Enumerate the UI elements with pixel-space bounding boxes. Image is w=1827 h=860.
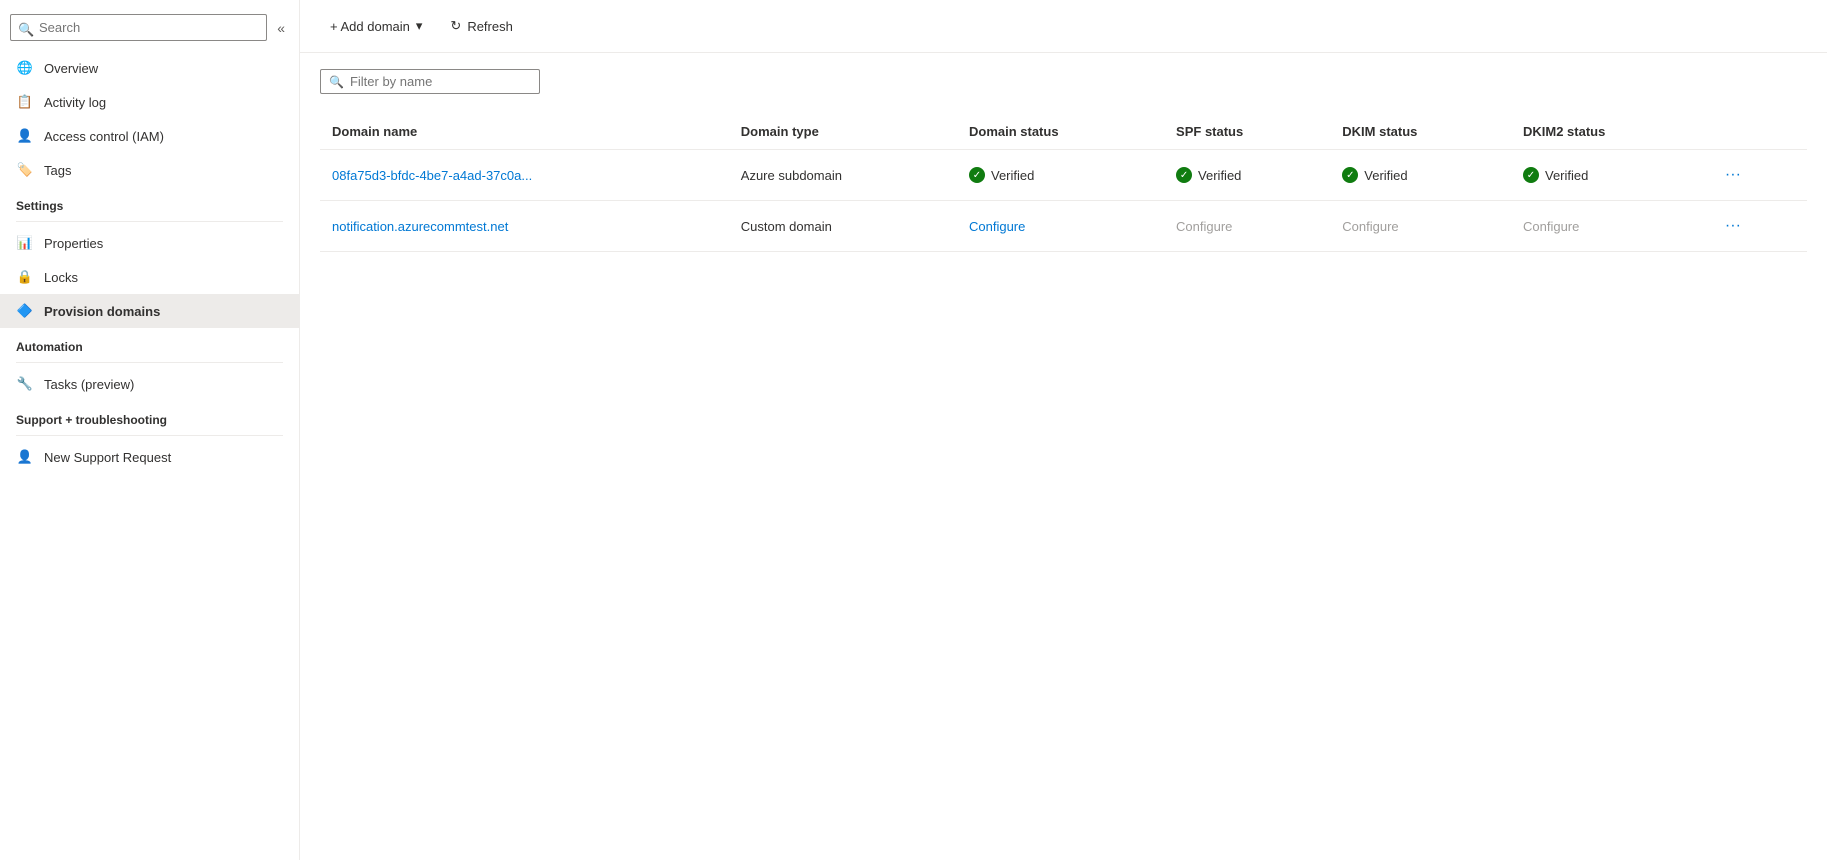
col-domain-status: Domain status: [957, 114, 1164, 150]
domain-type-cell-2: Custom domain: [729, 201, 957, 252]
sidebar-item-properties[interactable]: 📊 Properties: [0, 226, 299, 260]
dkim2-status-verified-1: ✓ Verified: [1523, 167, 1693, 183]
actions-cell-1: ···: [1705, 150, 1807, 201]
globe-icon: 🌐: [16, 59, 34, 77]
col-domain-type: Domain type: [729, 114, 957, 150]
row-actions-button-1[interactable]: ···: [1717, 162, 1749, 188]
sidebar-item-access-control[interactable]: 👤 Access control (IAM): [0, 119, 299, 153]
sidebar-item-new-support[interactable]: 👤 New Support Request: [0, 440, 299, 474]
domain-name-cell-2: notification.azurecommtest.net: [320, 201, 729, 252]
col-actions: [1705, 114, 1807, 150]
sidebar-label-activity-log: Activity log: [44, 95, 106, 110]
refresh-icon: ↻: [450, 18, 461, 34]
support-icon: 👤: [16, 448, 34, 466]
domain-name-link-2[interactable]: notification.azurecommtest.net: [332, 219, 508, 234]
spf-status-label-1: Verified: [1198, 168, 1241, 183]
domain-status-label-1: Verified: [991, 168, 1034, 183]
main-content: + Add domain ▾ ↻ Refresh 🔍 Domain name D…: [300, 0, 1827, 860]
filter-search-icon: 🔍: [329, 75, 344, 89]
settings-divider: [16, 221, 283, 222]
dkim2-status-configure-2: Configure: [1523, 219, 1579, 234]
sidebar-label-tasks: Tasks (preview): [44, 377, 134, 392]
domain-status-configure-2[interactable]: Configure: [969, 219, 1025, 234]
sidebar-item-overview[interactable]: 🌐 Overview: [0, 51, 299, 85]
domain-type-cell-1: Azure subdomain: [729, 150, 957, 201]
sidebar-label-provision-domains: Provision domains: [44, 304, 160, 319]
actions-cell-2: ···: [1705, 201, 1807, 252]
sidebar-item-activity-log[interactable]: 📋 Activity log: [0, 85, 299, 119]
provision-icon: 🔷: [16, 302, 34, 320]
domain-status-cell-2: Configure: [957, 201, 1164, 252]
dkim2-status-cell-2: Configure: [1511, 201, 1705, 252]
col-dkim-status: DKIM status: [1330, 114, 1511, 150]
dkim2-status-cell-1: ✓ Verified: [1511, 150, 1705, 201]
sidebar-label-properties: Properties: [44, 236, 103, 251]
dkim-status-configure-2: Configure: [1342, 219, 1398, 234]
sidebar-label-access-control: Access control (IAM): [44, 129, 164, 144]
spf-status-configure-2: Configure: [1176, 219, 1232, 234]
add-domain-dropdown-icon: ▾: [416, 18, 423, 34]
sidebar-item-locks[interactable]: 🔒 Locks: [0, 260, 299, 294]
spf-checkmark-1: ✓: [1176, 167, 1192, 183]
domain-status-verified-1: ✓ Verified: [969, 167, 1152, 183]
add-domain-button[interactable]: + Add domain ▾: [320, 12, 432, 40]
sidebar: 🔍 « 🌐 Overview 📋 Activity log 👤 Access c…: [0, 0, 300, 860]
automation-section-header: Automation: [0, 328, 299, 358]
dkim-checkmark-1: ✓: [1342, 167, 1358, 183]
content-area: 🔍 Domain name Domain type Domain status …: [300, 53, 1827, 860]
filter-input-wrap: 🔍: [320, 69, 540, 94]
verified-checkmark-1: ✓: [969, 167, 985, 183]
settings-section-header: Settings: [0, 187, 299, 217]
tag-icon: 🏷️: [16, 161, 34, 179]
refresh-button[interactable]: ↻ Refresh: [440, 12, 522, 40]
domain-name-link-1[interactable]: 08fa75d3-bfdc-4be7-a4ad-37c0a...: [332, 168, 532, 183]
lock-icon: 🔒: [16, 268, 34, 286]
sidebar-label-locks: Locks: [44, 270, 78, 285]
spf-status-cell-2: Configure: [1164, 201, 1330, 252]
book-icon: 📋: [16, 93, 34, 111]
col-spf-status: SPF status: [1164, 114, 1330, 150]
spf-status-verified-1: ✓ Verified: [1176, 167, 1318, 183]
collapse-button[interactable]: «: [273, 16, 289, 40]
sidebar-item-provision-domains[interactable]: 🔷 Provision domains: [0, 294, 299, 328]
search-container: 🔍 «: [0, 8, 299, 51]
row-actions-button-2[interactable]: ···: [1717, 213, 1749, 239]
support-divider: [16, 435, 283, 436]
support-section-header: Support + troubleshooting: [0, 401, 299, 431]
sidebar-label-overview: Overview: [44, 61, 98, 76]
sidebar-label-new-support: New Support Request: [44, 450, 171, 465]
person-icon: 👤: [16, 127, 34, 145]
filter-bar: 🔍: [320, 69, 1807, 94]
dkim-status-cell-2: Configure: [1330, 201, 1511, 252]
spf-status-cell-1: ✓ Verified: [1164, 150, 1330, 201]
dkim-status-cell-1: ✓ Verified: [1330, 150, 1511, 201]
add-domain-label: + Add domain: [330, 19, 410, 34]
filter-input[interactable]: [350, 74, 531, 89]
search-input[interactable]: [10, 14, 267, 41]
dkim2-status-label-1: Verified: [1545, 168, 1588, 183]
automation-divider: [16, 362, 283, 363]
sidebar-label-tags: Tags: [44, 163, 71, 178]
table-row: notification.azurecommtest.net Custom do…: [320, 201, 1807, 252]
tasks-icon: 🔧: [16, 375, 34, 393]
domain-table: Domain name Domain type Domain status SP…: [320, 114, 1807, 252]
sidebar-item-tags[interactable]: 🏷️ Tags: [0, 153, 299, 187]
sidebar-item-tasks[interactable]: 🔧 Tasks (preview): [0, 367, 299, 401]
domain-name-cell-1: 08fa75d3-bfdc-4be7-a4ad-37c0a...: [320, 150, 729, 201]
table-header-row: Domain name Domain type Domain status SP…: [320, 114, 1807, 150]
table-row: 08fa75d3-bfdc-4be7-a4ad-37c0a... Azure s…: [320, 150, 1807, 201]
refresh-label: Refresh: [467, 19, 513, 34]
toolbar: + Add domain ▾ ↻ Refresh: [300, 0, 1827, 53]
dkim-status-verified-1: ✓ Verified: [1342, 167, 1499, 183]
col-dkim2-status: DKIM2 status: [1511, 114, 1705, 150]
dkim-status-label-1: Verified: [1364, 168, 1407, 183]
col-domain-name: Domain name: [320, 114, 729, 150]
properties-icon: 📊: [16, 234, 34, 252]
dkim2-checkmark-1: ✓: [1523, 167, 1539, 183]
domain-status-cell-1: ✓ Verified: [957, 150, 1164, 201]
